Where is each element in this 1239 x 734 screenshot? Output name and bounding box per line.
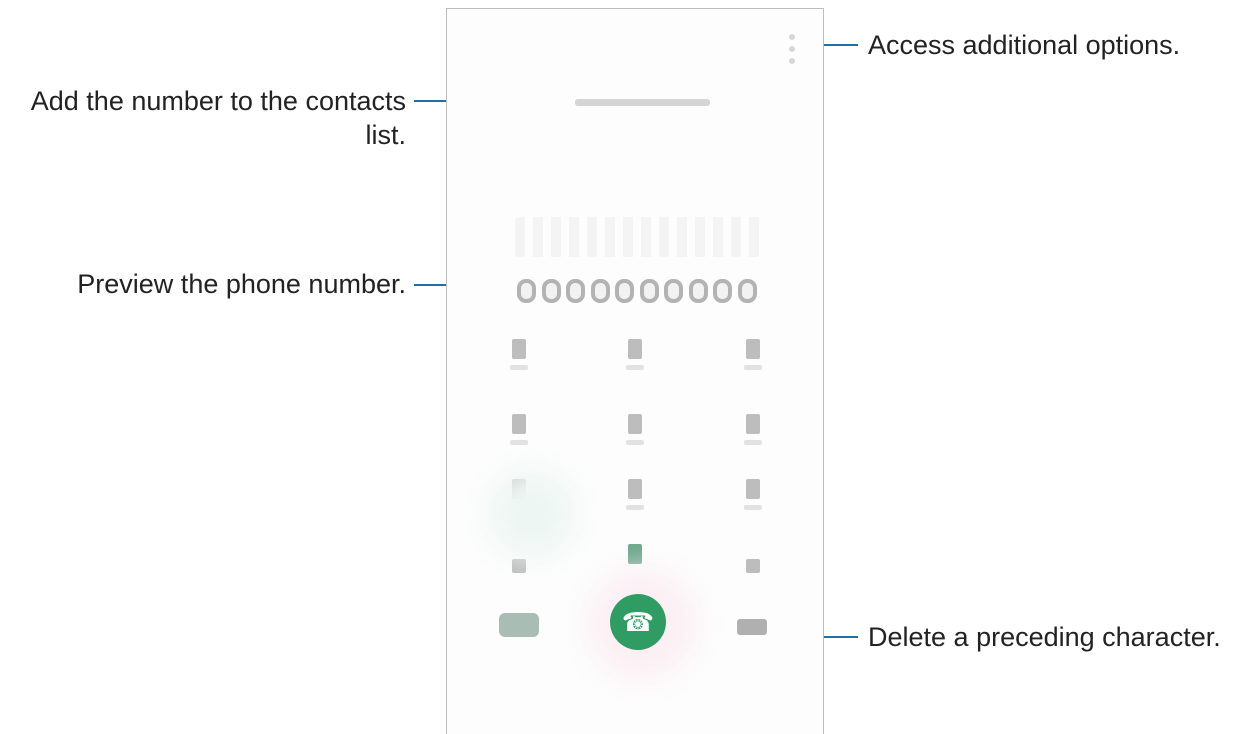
keypad-key-5[interactable] xyxy=(615,414,655,474)
voicemail-icon xyxy=(628,544,642,564)
keypad-key-4[interactable] xyxy=(499,414,539,474)
background-glow-left xyxy=(487,469,577,559)
callout-add-contact-line1: Add the number to the contacts xyxy=(30,86,406,116)
callout-add-contact: Add the number to the contacts list. xyxy=(10,84,406,152)
keypad-key-3[interactable] xyxy=(733,339,773,399)
add-contact-icon xyxy=(575,98,710,106)
callout-add-contact-line2: list. xyxy=(365,120,407,150)
more-options-icon[interactable] xyxy=(787,34,797,64)
callout-more-options: Access additional options. xyxy=(868,30,1181,60)
add-to-contacts-button[interactable] xyxy=(575,95,710,109)
video-call-icon[interactable] xyxy=(499,613,539,637)
phone-number-preview xyxy=(517,271,757,311)
callout-preview: Preview the phone number. xyxy=(77,269,406,299)
backspace-icon[interactable] xyxy=(737,619,767,635)
keypad-key-2[interactable] xyxy=(615,339,655,399)
callout-delete: Delete a preceding character. xyxy=(868,622,1221,652)
keypad-key-1[interactable] xyxy=(499,339,539,399)
keypad-key-8[interactable] xyxy=(615,479,655,539)
keypad-key-6[interactable] xyxy=(733,414,773,474)
keypad-key-9[interactable] xyxy=(733,479,773,539)
phone-call-icon[interactable]: ☎ xyxy=(610,594,666,650)
contact-suggestions xyxy=(515,217,760,257)
phone-dialer-screen: ☎ xyxy=(446,8,824,734)
dialer-action-row: ☎ xyxy=(447,589,823,679)
